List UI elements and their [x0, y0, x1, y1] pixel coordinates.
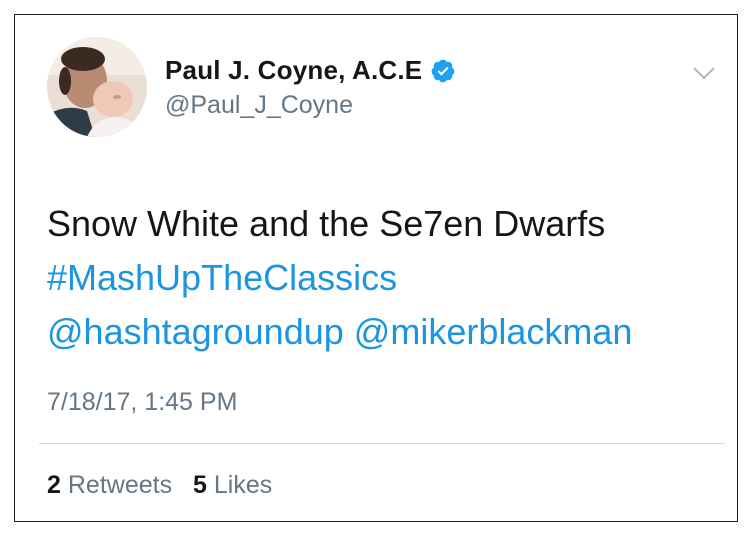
retweets-count: 2	[47, 471, 61, 499]
divider	[39, 443, 725, 444]
mentions-line: @hashtagroundup @mikerblackman	[47, 305, 632, 359]
verified-badge-icon	[430, 58, 456, 84]
mention-link-hashtagroundup[interactable]: @hashtagroundup	[47, 311, 344, 352]
likes-label: Likes	[213, 471, 273, 499]
tweet-stats: 2 Retweets 5 Likes	[47, 471, 286, 500]
avatar-photo	[47, 37, 147, 137]
hashtag-link[interactable]: #MashUpTheClassics	[47, 251, 632, 305]
mention-link-mikerblackman[interactable]: @mikerblackman	[354, 311, 633, 352]
avatar[interactable]	[47, 37, 147, 137]
tweet-card: Paul J. Coyne, A.C.E @Paul_J_Coyne Snow …	[14, 14, 738, 522]
retweets-stat[interactable]: 2 Retweets	[47, 471, 179, 499]
retweets-label: Retweets	[67, 471, 173, 499]
author-handle[interactable]: @Paul_J_Coyne	[165, 91, 353, 120]
tweet-text: Snow White and the Se7en Dwarfs #MashUpT…	[47, 197, 632, 359]
likes-stat[interactable]: 5 Likes	[193, 471, 272, 499]
likes-count: 5	[193, 471, 207, 499]
display-name[interactable]: Paul J. Coyne, A.C.E	[165, 55, 422, 86]
chevron-down-icon[interactable]	[691, 63, 717, 83]
tweet-text-line: Snow White and the Se7en Dwarfs	[47, 203, 606, 244]
author-name-row[interactable]: Paul J. Coyne, A.C.E	[165, 55, 456, 86]
tweet-timestamp[interactable]: 7/18/17, 1:45 PM	[47, 388, 237, 417]
